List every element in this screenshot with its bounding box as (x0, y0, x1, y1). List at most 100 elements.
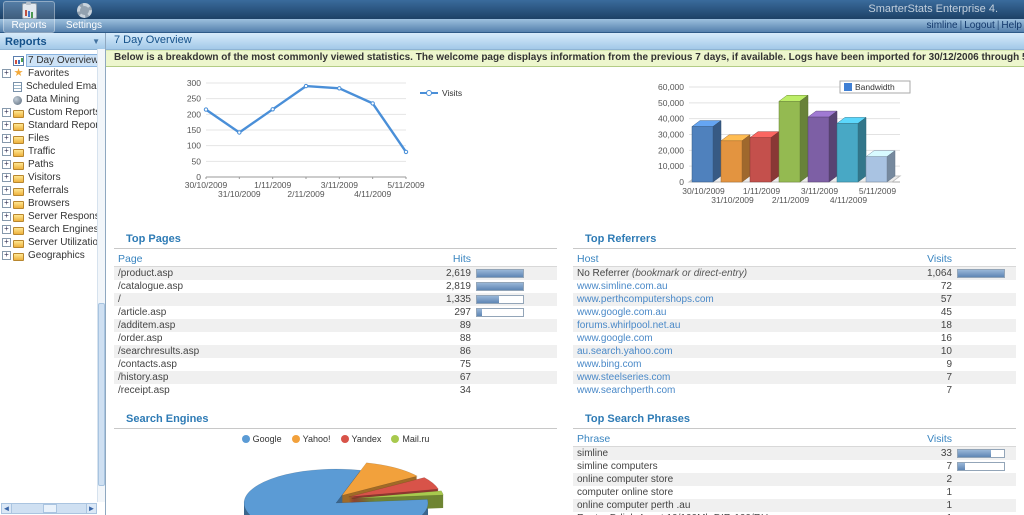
search-engines-panel: Search Engines GoogleYahoo!YandexMail.ru (106, 411, 565, 515)
sidebar-item-label: Visitors (27, 172, 62, 183)
table-row-label: online computer store (573, 474, 882, 485)
sidebar-item-7-day-overview[interactable]: 7 Day Overview (2, 54, 105, 67)
search-engines-pie-chart (186, 445, 486, 515)
expand-plus-icon[interactable]: + (2, 238, 11, 247)
sidebar-item-geographics[interactable]: + Geographics (2, 249, 105, 262)
chevron-down-icon[interactable]: ▼ (92, 37, 100, 46)
table-row-link[interactable]: www.steelseries.com (573, 372, 882, 383)
svg-text:4/11/2009: 4/11/2009 (354, 189, 391, 199)
main-nav: Reports Settings (3, 1, 110, 33)
top-search-phrases-panel: Top Search Phrases Phrase Visits simline… (565, 411, 1024, 515)
main-content: 7 Day Overview Below is a breakdown of t… (106, 33, 1024, 515)
sidebar-horizontal-scrollbar[interactable]: ◄ ► (1, 503, 97, 514)
table-row-value: 88 (401, 333, 471, 344)
expand-plus-icon[interactable]: + (2, 199, 11, 208)
sidebar-item-label: Search Engines (27, 224, 100, 235)
expand-plus-icon[interactable]: + (2, 173, 11, 182)
svg-text:31/10/2009: 31/10/2009 (711, 195, 754, 205)
table-row: au.search.yahoo.com10 (573, 345, 1016, 358)
sidebar-header[interactable]: Reports ▼ (0, 33, 105, 50)
expand-plus-icon[interactable]: + (2, 251, 11, 260)
table-row-link[interactable]: www.google.com.au (573, 307, 882, 318)
column-header: Visits (882, 253, 952, 265)
table-row-link[interactable]: www.bing.com (573, 359, 882, 370)
sidebar-item-label: Geographics (27, 250, 86, 261)
table-row-value: 16 (882, 333, 952, 344)
sidebar-vertical-scrollbar[interactable] (97, 49, 105, 502)
charts-row: 05010015020025030030/10/200931/10/20091/… (106, 67, 1024, 225)
svg-text:2/11/2009: 2/11/2009 (287, 189, 324, 199)
legend-item-yandex: Yandex (341, 434, 382, 444)
scroll-right-arrow[interactable]: ► (86, 503, 97, 514)
sidebar-item-label: Standard Reports (27, 120, 105, 131)
table-row-value: 18 (882, 320, 952, 331)
table-row-link[interactable]: forums.whirlpool.net.au (573, 320, 882, 331)
sidebar-item-traffic[interactable]: +Traffic (2, 145, 105, 158)
expand-plus-icon[interactable]: + (2, 225, 11, 234)
scrollbar-track[interactable] (12, 503, 86, 514)
gauge-slot (952, 448, 1010, 459)
value-gauge-fill (958, 450, 991, 457)
table-row-link[interactable]: www.perthcomputershops.com (573, 294, 882, 305)
panel-title: Top Pages (114, 231, 557, 249)
tab-reports[interactable]: Reports (3, 1, 55, 33)
sidebar-item-referrals[interactable]: +Referrals (2, 184, 105, 197)
legend-label: Mail.ru (402, 434, 429, 444)
column-header: Visits (882, 433, 952, 445)
scrollbar-thumb[interactable] (43, 504, 57, 513)
table-row-link[interactable]: www.searchperth.com (573, 385, 882, 396)
sidebar-item-paths[interactable]: +Paths (2, 158, 105, 171)
expand-plus-icon[interactable]: + (2, 69, 11, 78)
expand-plus-icon[interactable]: + (2, 160, 11, 169)
scroll-left-arrow[interactable]: ◄ (1, 503, 12, 514)
expand-plus-icon[interactable]: + (2, 212, 11, 221)
expand-plus-icon[interactable]: + (2, 121, 11, 130)
table-row-link[interactable]: www.simline.com.au (573, 281, 882, 292)
svg-text:100: 100 (187, 141, 201, 151)
column-header: Page (114, 253, 401, 265)
sidebar-item-server-responses[interactable]: +Server Responses (2, 210, 105, 223)
table-row: /history.asp67 (114, 371, 557, 384)
logout-link[interactable]: Logout (964, 20, 995, 31)
sidebar-item-search-engines[interactable]: + Search Engines (2, 223, 105, 236)
sidebar-item-label: Server Utilization (27, 237, 105, 248)
value-gauge (957, 462, 1005, 471)
table-row-link[interactable]: au.search.yahoo.com (573, 346, 882, 357)
tab-settings[interactable]: Settings (58, 1, 110, 33)
mining-icon (13, 96, 22, 105)
table-row-label: No Referrer (bookmark or direct-entry) (573, 268, 882, 279)
folder-icon (13, 227, 24, 235)
value-gauge-fill (477, 283, 523, 290)
table-row-link[interactable]: www.google.com (573, 333, 882, 344)
expand-plus-icon[interactable]: + (2, 108, 11, 117)
scrollbar-thumb[interactable] (98, 303, 105, 486)
table-row: simline computers7 (573, 460, 1016, 473)
sidebar-item-files[interactable]: +Files (2, 132, 105, 145)
value-gauge (476, 282, 524, 291)
link-separator: | (997, 20, 1000, 31)
sidebar-item-favorites[interactable]: +★Favorites (2, 67, 105, 80)
expand-plus-icon[interactable]: + (2, 134, 11, 143)
svg-text:150: 150 (187, 125, 201, 135)
legend-item-yahoo: Yahoo! (292, 434, 331, 444)
sidebar-item-data-mining[interactable]: Data Mining (2, 93, 105, 106)
tab-settings-label: Settings (66, 20, 102, 31)
value-gauge (957, 449, 1005, 458)
expand-plus-icon[interactable]: + (2, 147, 11, 156)
folder-icon (13, 123, 24, 131)
table-header: Page Hits (114, 251, 557, 267)
sidebar-item-visitors[interactable]: + Visitors (2, 171, 105, 184)
table-row-value: 9 (882, 359, 952, 370)
sidebar-item-browsers[interactable]: +Browsers (2, 197, 105, 210)
table-row-value: 33 (882, 448, 952, 459)
sidebar-item-scheduled-email-reports[interactable]: Scheduled Email Reports (2, 80, 105, 93)
sidebar-item-label: Scheduled Email Reports (25, 81, 105, 92)
expand-plus-icon[interactable]: + (2, 186, 11, 195)
help-link[interactable]: Help (1001, 20, 1022, 31)
visits-line-chart: 05010015020025030030/10/200931/10/20091/… (162, 75, 482, 203)
sidebar-item-server-utilization[interactable]: + Server Utilization (2, 236, 105, 249)
top-search-phrases-table: simline33simline computers7online comput… (573, 447, 1016, 515)
table-row: online computer store2 (573, 473, 1016, 486)
sidebar-item-custom-reports[interactable]: +Custom Reports (2, 106, 105, 119)
sidebar-item-standard-reports[interactable]: + Standard Reports (2, 119, 105, 132)
